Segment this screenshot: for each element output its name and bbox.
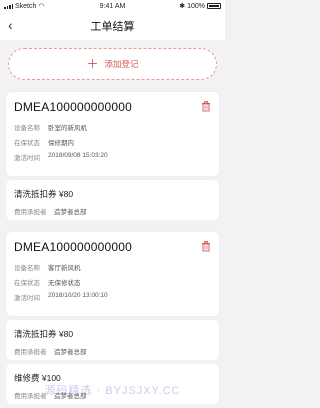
info-row-warranty: 在保状态 无保修状态 bbox=[14, 277, 211, 287]
info-value: 保修期内 bbox=[48, 140, 74, 147]
device-card-1: DMEA100000000000 设备名称 卧室的新风机 在保状态 保修期内 激… bbox=[6, 92, 219, 176]
payer-value: 造梦者总部 bbox=[54, 209, 87, 216]
trash-icon[interactable] bbox=[201, 241, 211, 252]
info-row-activation: 激活时间 2018/09/08 15:03:20 bbox=[14, 152, 211, 162]
info-value: 无保修状态 bbox=[48, 280, 81, 287]
navigation-bar: ‹ 工单结算 bbox=[0, 12, 225, 40]
info-value: 2018/09/08 15:03:20 bbox=[48, 152, 108, 159]
order-number: DMEA100000000000 bbox=[14, 100, 132, 114]
wifi-icon: ◠ bbox=[38, 3, 45, 10]
carrier-name: Sketch bbox=[15, 2, 37, 10]
info-key: 激活时间 bbox=[14, 295, 40, 302]
device-card-2: DMEA100000000000 设备名称 客厅新风机 在保状态 无保修状态 激… bbox=[6, 232, 219, 316]
info-row-device: 设备名称 卧室的新风机 bbox=[14, 122, 211, 132]
coupon-title: 清洗抵扣券 ¥80 bbox=[14, 189, 74, 199]
payer-key: 费用承担者 bbox=[14, 349, 47, 356]
battery-icon bbox=[207, 3, 221, 9]
coupon-section-2[interactable]: 清洗抵扣券 ¥80 费用承担者 造梦者总部 bbox=[6, 320, 219, 360]
coupon-section-1[interactable]: 清洗抵扣券 ¥80 费用承担者 造梦者总部 bbox=[6, 180, 219, 220]
coupon-title: 清洗抵扣券 ¥80 bbox=[14, 329, 74, 339]
order-number: DMEA100000000000 bbox=[14, 240, 132, 254]
info-key: 设备名称 bbox=[14, 265, 40, 272]
info-value: 卧室的新风机 bbox=[48, 125, 87, 132]
info-value: 2018/10/20 13:00:10 bbox=[48, 292, 108, 299]
info-row-device: 设备名称 客厅新风机 bbox=[14, 262, 211, 272]
payer-value: 造梦者总部 bbox=[54, 349, 87, 356]
info-row-warranty: 在保状态 保修期内 bbox=[14, 137, 211, 147]
info-value: 客厅新风机 bbox=[48, 265, 81, 272]
coupon-payer-row: 费用承担者 造梦者总部 bbox=[14, 206, 211, 216]
battery-percent: 100% bbox=[187, 2, 205, 10]
status-bar: Sketch ◠ 9:41 AM ✱ 100% bbox=[0, 0, 225, 12]
plus-icon: ＋ bbox=[86, 57, 99, 71]
info-key: 激活时间 bbox=[14, 155, 40, 162]
info-key: 设备名称 bbox=[14, 125, 40, 132]
back-chevron-icon[interactable]: ‹ bbox=[8, 18, 13, 32]
page-title: 工单结算 bbox=[90, 21, 135, 33]
info-row-activation: 激活时间 2018/10/20 13:00:10 bbox=[14, 292, 211, 302]
info-key: 在保状态 bbox=[14, 140, 40, 147]
add-registration-button[interactable]: ＋ 添加登记 bbox=[8, 48, 217, 80]
status-right: ✱ 100% bbox=[179, 2, 225, 10]
status-left: Sketch ◠ bbox=[0, 2, 45, 10]
add-registration-label: 添加登记 bbox=[104, 59, 139, 69]
signal-icon bbox=[4, 3, 13, 9]
bluetooth-icon: ✱ bbox=[179, 3, 186, 10]
payer-key: 费用承担者 bbox=[14, 209, 47, 216]
watermark: 源码精选 · BYJSJXY.CC bbox=[44, 385, 181, 397]
info-key: 在保状态 bbox=[14, 280, 40, 287]
coupon-payer-row: 费用承担者 造梦者总部 bbox=[14, 346, 211, 356]
trash-icon[interactable] bbox=[201, 101, 211, 112]
